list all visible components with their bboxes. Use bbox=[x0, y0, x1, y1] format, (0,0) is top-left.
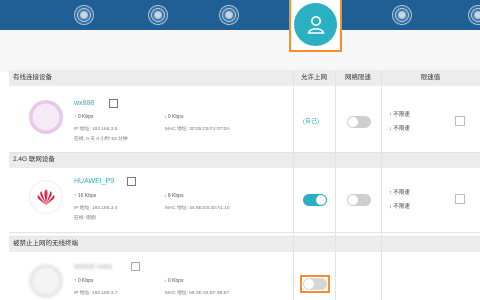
self-label: (自己) bbox=[303, 119, 319, 125]
toggle-knob bbox=[304, 279, 314, 289]
huawei-logo-icon bbox=[29, 180, 63, 214]
upload-speed: ↑ 0 Kbps bbox=[74, 114, 94, 120]
upload-value: 0 Kbps bbox=[77, 278, 94, 284]
mac-address: MAC 地址: 44:6E:E5:30:A1:10 bbox=[165, 206, 230, 211]
download-value: 0 Kbps bbox=[167, 114, 184, 120]
toggle-knob bbox=[348, 195, 358, 205]
row-divider bbox=[9, 236, 480, 237]
limit-down-value: 不限速 bbox=[393, 126, 410, 132]
ip-address: IP 地址: 192.168.3.7 bbox=[74, 291, 118, 296]
device-name[interactable]: wx888 bbox=[74, 100, 94, 107]
device-name[interactable]: HUAWEI_P9 bbox=[74, 178, 114, 185]
section-blocked-header: 被禁止上网的无线终端 bbox=[9, 236, 480, 252]
user-icon bbox=[294, 3, 337, 46]
limit-down: ↓ 不限速 bbox=[389, 204, 410, 210]
edit-icon[interactable] bbox=[131, 262, 140, 271]
nav-more-icon[interactable] bbox=[466, 3, 480, 27]
col-limit-header: 网络限速 bbox=[345, 74, 371, 81]
speed-limit-toggle[interactable] bbox=[347, 116, 371, 128]
col-value-header: 限速值 bbox=[420, 74, 441, 81]
upload-speed: ↑ 16 Kbps bbox=[74, 193, 97, 199]
limit-edit-icon[interactable] bbox=[455, 194, 465, 204]
speed-limit-toggle[interactable] bbox=[347, 194, 371, 206]
online-time: 在线: 0 天 0 小时 53 分钟 bbox=[74, 137, 128, 142]
download-speed: ↓ 0 Kbps bbox=[164, 114, 184, 120]
ip-address: IP 地址: 192.168.3.4 bbox=[74, 206, 118, 211]
table-row: HUAWEI_P9 ↑ 16 Kbps ↓ 8 Kbps IP 地址: 192.… bbox=[9, 168, 480, 232]
mac-address: MAC 地址: 30:05:C5:F2:07:0A bbox=[165, 127, 230, 132]
nav-wifi-icon[interactable] bbox=[217, 3, 241, 27]
edit-icon[interactable] bbox=[127, 177, 136, 186]
device-avatar bbox=[29, 264, 63, 298]
device-avatar bbox=[29, 100, 63, 134]
device-name[interactable]: MI8SE-HAN bbox=[74, 264, 112, 271]
page-background-band bbox=[0, 30, 480, 72]
limit-down: ↓ 不限速 bbox=[389, 126, 410, 132]
row-divider bbox=[9, 152, 480, 153]
section-wifi24-title: 2.4G 联网设备 bbox=[13, 156, 55, 163]
devices-tab-highlight[interactable] bbox=[289, 0, 342, 52]
nav-internet-icon[interactable] bbox=[146, 3, 170, 27]
col-allow-header: 允许上网 bbox=[301, 74, 327, 81]
nav-status-icon[interactable] bbox=[72, 3, 96, 27]
download-speed: ↓ 0 Kbps bbox=[164, 278, 184, 284]
limit-up: ↑ 不限速 bbox=[389, 190, 410, 196]
edit-icon[interactable] bbox=[109, 99, 118, 108]
section-wifi24-header: 2.4G 联网设备 bbox=[9, 152, 480, 168]
toggle-knob bbox=[316, 195, 326, 205]
toggle-knob bbox=[348, 117, 358, 127]
table-row: MI8SE-HAN ↑ 0 Kbps ↓ 0 Kbps IP 地址: 192.1… bbox=[9, 252, 480, 300]
upload-value: 0 Kbps bbox=[77, 114, 94, 120]
limit-down-value: 不限速 bbox=[393, 204, 410, 210]
online-time: 在线: 刚刚 bbox=[74, 216, 96, 221]
ip-address: IP 地址: 192.168.3.5 bbox=[74, 127, 118, 132]
download-value: 0 Kbps bbox=[167, 278, 184, 284]
upload-value: 16 Kbps bbox=[77, 193, 97, 199]
section-blocked-title: 被禁止上网的无线终端 bbox=[13, 240, 78, 247]
device-table: 有线连接设备 允许上网 网络限速 限速值 wx888 ↑ 0 Kbps ↓ 0 … bbox=[9, 70, 480, 300]
table-row: wx888 ↑ 0 Kbps ↓ 0 Kbps IP 地址: 192.168.3… bbox=[9, 86, 480, 152]
row-divider bbox=[9, 232, 480, 233]
download-value: 8 Kbps bbox=[167, 193, 184, 199]
section-wired-title: 有线连接设备 bbox=[13, 74, 52, 81]
nav-settings-icon[interactable] bbox=[390, 3, 414, 27]
limit-edit-icon[interactable] bbox=[455, 116, 465, 126]
column-divider bbox=[293, 70, 294, 300]
allow-internet-toggle[interactable] bbox=[303, 278, 327, 290]
limit-up-value: 不限速 bbox=[393, 190, 410, 196]
upload-speed: ↑ 0 Kbps bbox=[74, 278, 94, 284]
column-divider bbox=[335, 70, 336, 300]
allow-internet-toggle[interactable] bbox=[303, 194, 327, 206]
column-divider bbox=[381, 70, 382, 300]
router-device-page: 有线连接设备 允许上网 网络限速 限速值 wx888 ↑ 0 Kbps ↓ 0 … bbox=[0, 0, 480, 300]
top-nav-bar bbox=[0, 0, 480, 30]
download-speed: ↓ 8 Kbps bbox=[164, 193, 184, 199]
mac-address: MAC 地址: 68:3E:34:5F:4B:87 bbox=[165, 291, 230, 296]
limit-up: ↑ 不限速 bbox=[389, 112, 410, 118]
limit-up-value: 不限速 bbox=[393, 112, 410, 118]
